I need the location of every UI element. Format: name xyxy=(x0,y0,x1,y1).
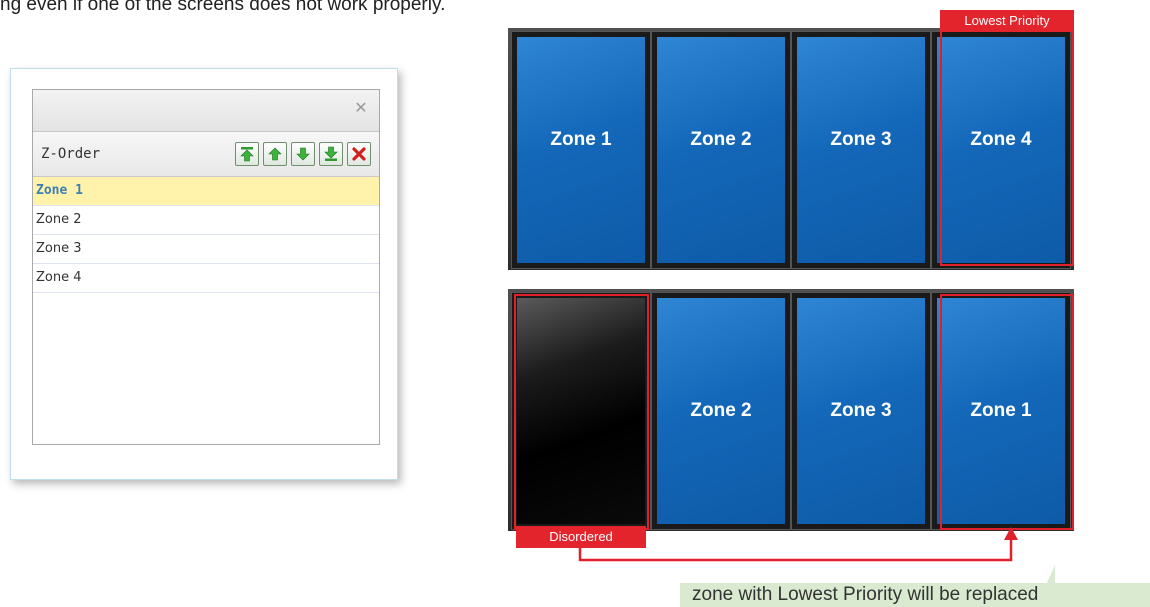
replacement-arrow xyxy=(578,527,1018,562)
note-pointer xyxy=(1046,565,1055,585)
note-callout: zone with Lowest Priority will be replac… xyxy=(680,583,1150,607)
